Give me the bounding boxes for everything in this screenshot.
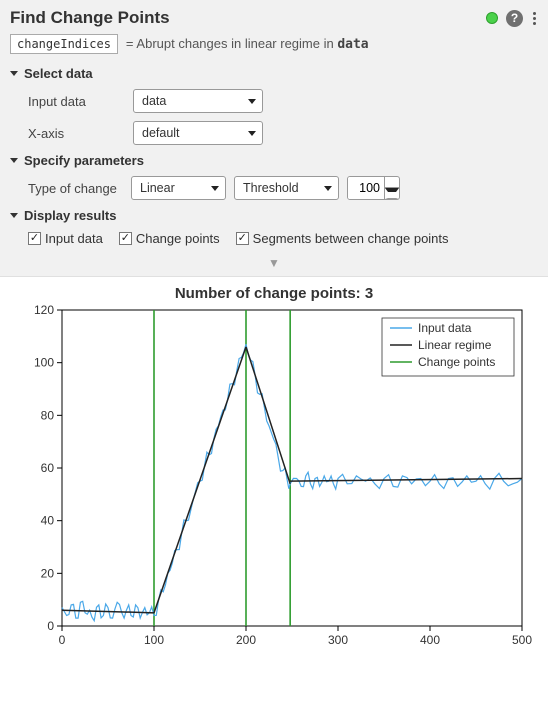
type-of-change-select[interactable]: Linear bbox=[131, 176, 226, 200]
section-header-specify-parameters[interactable]: Specify parameters bbox=[10, 153, 538, 168]
threshold-input[interactable] bbox=[348, 177, 384, 199]
checkbox-segments[interactable]: ✓ Segments between change points bbox=[236, 231, 449, 246]
svg-text:60: 60 bbox=[41, 461, 55, 475]
page-title: Find Change Points bbox=[10, 8, 170, 28]
input-data-label: Input data bbox=[28, 94, 123, 109]
output-variable[interactable]: changeIndices bbox=[10, 34, 118, 54]
svg-text:80: 80 bbox=[41, 408, 55, 422]
svg-text:0: 0 bbox=[47, 619, 54, 633]
section-header-display-results[interactable]: Display results bbox=[10, 208, 538, 223]
expand-handle-icon[interactable]: ▼ bbox=[10, 256, 538, 272]
menu-icon[interactable] bbox=[531, 10, 538, 27]
x-axis-select[interactable]: default bbox=[133, 121, 263, 145]
svg-text:500: 500 bbox=[512, 633, 532, 647]
help-icon[interactable]: ? bbox=[506, 10, 523, 27]
chevron-down-icon bbox=[324, 186, 332, 191]
svg-text:0: 0 bbox=[59, 633, 66, 647]
checkbox-icon: ✓ bbox=[28, 232, 41, 245]
checkbox-input-data[interactable]: ✓ Input data bbox=[28, 231, 103, 246]
spinner-down-button[interactable] bbox=[385, 188, 399, 199]
status-indicator bbox=[486, 12, 498, 24]
chart-plot: 0 100 200 300 400 500 0 20 40 60 80 100 120 Input dat… bbox=[14, 304, 534, 654]
input-data-select[interactable]: data bbox=[133, 89, 263, 113]
svg-text:40: 40 bbox=[41, 514, 55, 528]
svg-text:Linear regime: Linear regime bbox=[418, 338, 492, 352]
svg-text:300: 300 bbox=[328, 633, 348, 647]
svg-text:120: 120 bbox=[34, 304, 54, 317]
chevron-down-icon bbox=[10, 158, 18, 163]
section-header-select-data[interactable]: Select data bbox=[10, 66, 538, 81]
chevron-down-icon bbox=[248, 99, 256, 104]
spinner-up-button[interactable] bbox=[385, 177, 399, 188]
chevron-down-icon bbox=[211, 186, 219, 191]
detection-method-select[interactable]: Threshold bbox=[234, 176, 339, 200]
expression-text: = Abrupt changes in linear regime in dat… bbox=[126, 36, 369, 52]
checkbox-icon: ✓ bbox=[119, 232, 132, 245]
svg-text:400: 400 bbox=[420, 633, 440, 647]
svg-text:Input data: Input data bbox=[418, 321, 472, 335]
expression-row: changeIndices = Abrupt changes in linear… bbox=[10, 34, 538, 54]
svg-text:Change points: Change points bbox=[418, 355, 495, 369]
svg-text:200: 200 bbox=[236, 633, 256, 647]
chevron-down-icon bbox=[10, 213, 18, 218]
checkbox-change-points[interactable]: ✓ Change points bbox=[119, 231, 220, 246]
svg-text:20: 20 bbox=[41, 566, 55, 580]
threshold-spinner[interactable] bbox=[347, 176, 400, 200]
chevron-down-icon bbox=[248, 131, 256, 136]
svg-text:100: 100 bbox=[34, 356, 54, 370]
svg-text:100: 100 bbox=[144, 633, 164, 647]
type-of-change-label: Type of change bbox=[28, 181, 123, 196]
x-axis-label: X-axis bbox=[28, 126, 123, 141]
chart-title: Number of change points: 3 bbox=[14, 285, 534, 302]
checkbox-icon: ✓ bbox=[236, 232, 249, 245]
chevron-down-icon bbox=[10, 71, 18, 76]
